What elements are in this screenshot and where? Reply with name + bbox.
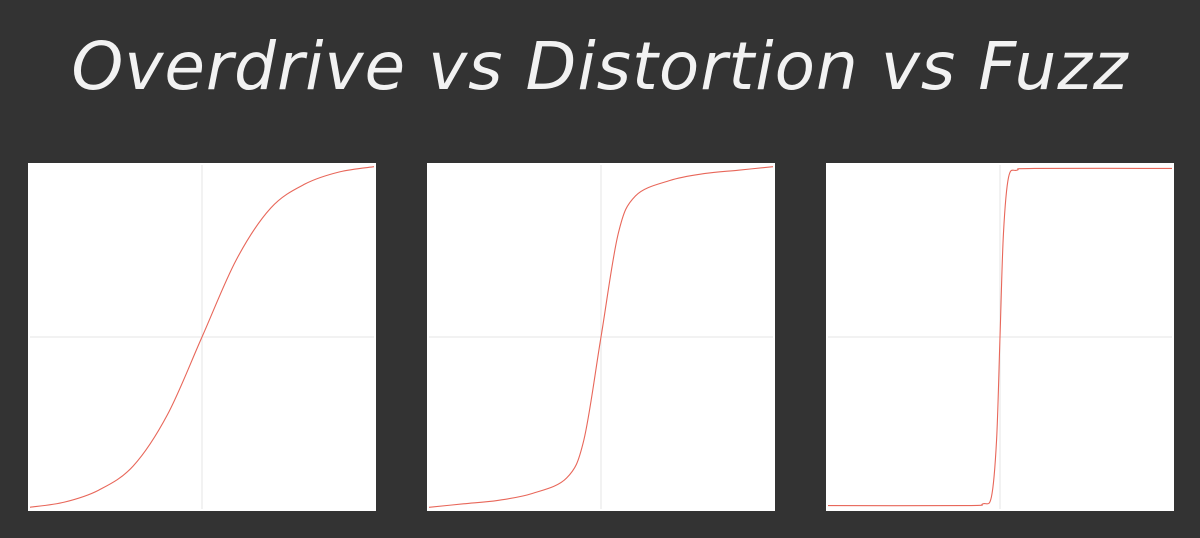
curve-point <box>982 503 983 504</box>
curve-point <box>601 337 602 338</box>
curve-point <box>583 440 584 441</box>
curve-point <box>635 196 636 197</box>
curve-point <box>566 478 567 479</box>
overdrive-chart-panel <box>28 163 376 511</box>
curve-point <box>704 173 705 174</box>
curve-point <box>236 259 237 260</box>
curve-point <box>64 502 65 503</box>
curve-point <box>30 507 31 508</box>
curve-point <box>133 466 134 467</box>
curve-point <box>1172 168 1173 169</box>
page-title: Overdrive vs Distortion vs Fuzz <box>71 28 1129 105</box>
curve-point <box>738 170 739 171</box>
curve-point <box>497 500 498 501</box>
curve-point <box>1017 170 1018 171</box>
fuzz-chart-panel <box>826 163 1174 511</box>
curve-point <box>618 233 619 234</box>
curve-point <box>98 490 99 491</box>
curve-point <box>1000 337 1001 338</box>
curve-point <box>773 166 774 167</box>
overdrive-chart <box>29 165 375 509</box>
curve-point <box>965 505 966 506</box>
distortion-chart <box>428 165 774 509</box>
curve-point <box>463 503 464 504</box>
curve-point <box>374 166 375 167</box>
curve-point <box>532 493 533 494</box>
curve-point <box>202 337 203 338</box>
curve-point <box>669 180 670 181</box>
fuzz-chart <box>827 165 1173 509</box>
curve-point <box>1034 168 1035 169</box>
curve-point <box>305 184 306 185</box>
curve-point <box>828 505 829 506</box>
curve-point <box>996 440 997 441</box>
curve-point <box>339 171 340 172</box>
curve-point <box>1008 177 1009 178</box>
curve-point <box>270 208 271 209</box>
curve-point <box>1003 233 1004 234</box>
curve-point <box>167 414 168 415</box>
distortion-chart-panel <box>427 163 775 511</box>
curve-point <box>429 507 430 508</box>
curve-point <box>991 497 992 498</box>
